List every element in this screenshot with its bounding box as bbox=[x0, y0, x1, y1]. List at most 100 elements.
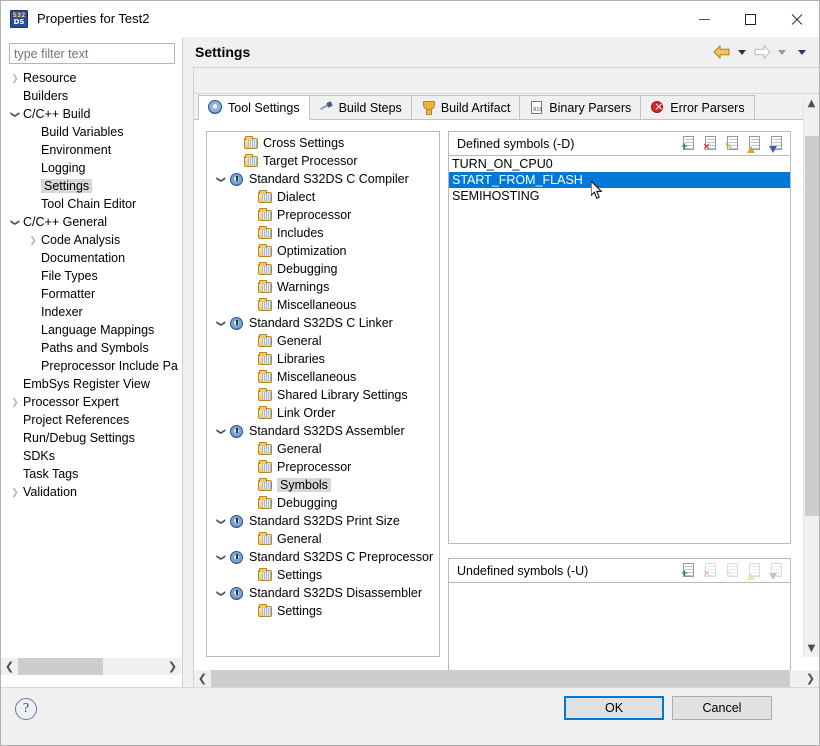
help-icon[interactable]: ? bbox=[15, 698, 37, 720]
content-hscrollbar[interactable]: ❮ ❯ bbox=[194, 670, 819, 687]
tool-tree-item[interactable]: Preprocessor bbox=[207, 458, 439, 476]
sidebar-item-c-c-general[interactable]: ❯ C/C++ General bbox=[1, 213, 182, 231]
sidebar-item-builders[interactable]: Builders bbox=[1, 87, 182, 105]
tool-tree-item[interactable]: Settings bbox=[207, 566, 439, 584]
content-vscrollbar[interactable]: ▲ ▼ bbox=[803, 95, 819, 657]
content-scroll-left-icon[interactable]: ❮ bbox=[194, 672, 211, 685]
tool-tree-rows[interactable]: Cross Settings Target Processor ❯ Standard … bbox=[207, 134, 439, 656]
chevron-right-icon[interactable]: ❯ bbox=[7, 73, 23, 84]
sidebar-item-build-variables[interactable]: Build Variables bbox=[1, 123, 182, 141]
tool-tree-item[interactable]: Settings bbox=[207, 602, 439, 620]
cancel-button[interactable]: Cancel bbox=[672, 696, 772, 720]
chevron-down-icon[interactable]: ❯ bbox=[216, 585, 227, 601]
forward-dropdown-icon[interactable] bbox=[778, 49, 786, 55]
tool-tree-item[interactable]: General bbox=[207, 530, 439, 548]
scroll-right-icon[interactable]: ❯ bbox=[164, 660, 181, 673]
tool-tree-item[interactable]: ❯ Standard S32DS C Compiler bbox=[207, 170, 439, 188]
tab-tool-settings[interactable]: Tool Settings bbox=[198, 95, 310, 120]
content-hscroll-thumb[interactable] bbox=[211, 670, 791, 687]
sidebar-item-formatter[interactable]: Formatter bbox=[1, 285, 182, 303]
maximize-button[interactable] bbox=[727, 1, 773, 37]
tool-tree-item[interactable]: General bbox=[207, 440, 439, 458]
tool-tree-item[interactable]: Symbols bbox=[207, 476, 439, 494]
tab-build-steps[interactable]: Build Steps bbox=[308, 95, 412, 119]
chevron-right-icon[interactable]: ❯ bbox=[7, 397, 23, 408]
sidebar-item-resource[interactable]: ❯ Resource bbox=[1, 69, 182, 87]
sidebar-item-file-types[interactable]: File Types bbox=[1, 267, 182, 285]
tool-tree-item[interactable]: Cross Settings bbox=[207, 134, 439, 152]
tool-tree-item[interactable]: Includes bbox=[207, 224, 439, 242]
tool-tree-item[interactable]: ❯ Standard S32DS Assembler bbox=[207, 422, 439, 440]
sidebar-item-paths-and-symbols[interactable]: Paths and Symbols bbox=[1, 339, 182, 357]
chevron-down-icon[interactable]: ❯ bbox=[10, 106, 21, 122]
minimize-button[interactable] bbox=[681, 1, 727, 37]
list-item[interactable]: START_FROM_FLASH bbox=[449, 172, 790, 188]
sidebar-hscroll-track[interactable] bbox=[18, 658, 164, 675]
sidebar-hscroll-thumb[interactable] bbox=[18, 658, 103, 675]
move-up-icon[interactable] bbox=[746, 135, 764, 153]
content-scroll-right-icon[interactable]: ❯ bbox=[802, 672, 819, 685]
tool-tree-item[interactable]: Preprocessor bbox=[207, 206, 439, 224]
sidebar-item-project-references[interactable]: Project References bbox=[1, 411, 182, 429]
sidebar-item-run-debug-settings[interactable]: Run/Debug Settings bbox=[1, 429, 182, 447]
back-dropdown-icon[interactable] bbox=[738, 49, 746, 55]
tab-error-parsers[interactable]: Error Parsers bbox=[640, 95, 755, 119]
edit-icon[interactable]: ✎ bbox=[724, 135, 742, 153]
chevron-right-icon[interactable]: ❯ bbox=[25, 235, 41, 246]
add-icon[interactable]: + bbox=[680, 562, 698, 580]
ok-button[interactable]: OK bbox=[564, 696, 664, 720]
tool-tree-item[interactable]: Shared Library Settings bbox=[207, 386, 439, 404]
chevron-down-icon[interactable]: ❯ bbox=[216, 423, 227, 439]
tool-tree-item[interactable]: ❯ Standard S32DS Disassembler bbox=[207, 584, 439, 602]
back-arrow-icon[interactable] bbox=[713, 45, 731, 59]
tool-tree-item[interactable]: Debugging bbox=[207, 494, 439, 512]
list-item[interactable]: SEMIHOSTING bbox=[449, 188, 790, 204]
sidebar-item-environment[interactable]: Environment bbox=[1, 141, 182, 159]
tool-tree[interactable]: Cross Settings Target Processor ❯ Standard … bbox=[206, 131, 440, 657]
scroll-left-icon[interactable]: ❮ bbox=[1, 660, 18, 673]
sidebar-item-processor-expert[interactable]: ❯ Processor Expert bbox=[1, 393, 182, 411]
undefined-symbols-toolbar[interactable]: + × ✎ bbox=[680, 562, 786, 580]
tool-tree-item[interactable]: Miscellaneous bbox=[207, 368, 439, 386]
sidebar-item-validation[interactable]: ❯ Validation bbox=[1, 483, 182, 501]
list-item[interactable]: TURN_ON_CPU0 bbox=[449, 156, 790, 172]
tab-binary-parsers[interactable]: Binary Parsers bbox=[519, 95, 642, 119]
tool-tree-item[interactable]: Dialect bbox=[207, 188, 439, 206]
tool-tree-item[interactable]: Link Order bbox=[207, 404, 439, 422]
settings-tree[interactable]: ❯ Resource Builders ❯ C/C++ Build Build Varia… bbox=[1, 69, 182, 653]
close-button[interactable] bbox=[773, 1, 819, 37]
sidebar-item-documentation[interactable]: Documentation bbox=[1, 249, 182, 267]
undefined-symbols-list[interactable] bbox=[448, 583, 791, 671]
view-menu-icon[interactable] bbox=[798, 49, 806, 55]
add-icon[interactable]: + bbox=[680, 135, 698, 153]
chevron-right-icon[interactable]: ❯ bbox=[7, 487, 23, 498]
tool-tree-item[interactable]: Warnings bbox=[207, 278, 439, 296]
chevron-down-icon[interactable]: ❯ bbox=[216, 513, 227, 529]
tool-tree-item[interactable]: Libraries bbox=[207, 350, 439, 368]
tab-bar[interactable]: Tool Settings Build Steps Build Artifact Bi… bbox=[194, 94, 819, 120]
chevron-down-icon[interactable]: ❯ bbox=[216, 549, 227, 565]
tab-build-artifact[interactable]: Build Artifact bbox=[410, 95, 521, 119]
chevron-down-icon[interactable]: ❯ bbox=[216, 315, 227, 331]
tool-tree-item[interactable]: Target Processor bbox=[207, 152, 439, 170]
defined-symbols-toolbar[interactable]: + × ✎ bbox=[680, 135, 786, 153]
sidebar-item-indexer[interactable]: Indexer bbox=[1, 303, 182, 321]
sidebar-item-preprocessor-include-pa[interactable]: Preprocessor Include Pa bbox=[1, 357, 182, 375]
tool-tree-item[interactable]: ❯ Standard S32DS Print Size bbox=[207, 512, 439, 530]
content-vscroll-thumb[interactable] bbox=[805, 136, 819, 516]
sidebar-item-code-analysis[interactable]: ❯ Code Analysis bbox=[1, 231, 182, 249]
sidebar-item-language-mappings[interactable]: Language Mappings bbox=[1, 321, 182, 339]
content-vscroll-track[interactable] bbox=[804, 112, 819, 640]
delete-icon[interactable]: × bbox=[702, 135, 720, 153]
tool-tree-item[interactable]: General bbox=[207, 332, 439, 350]
sidebar-item-tool-chain-editor[interactable]: Tool Chain Editor bbox=[1, 195, 182, 213]
move-down-icon[interactable] bbox=[768, 135, 786, 153]
sidebar-item-embsys-register-view[interactable]: EmbSys Register View bbox=[1, 375, 182, 393]
tool-tree-item[interactable]: ❯ Standard S32DS C Preprocessor bbox=[207, 548, 439, 566]
scroll-up-icon[interactable]: ▲ bbox=[804, 95, 819, 112]
sidebar-item-task-tags[interactable]: Task Tags bbox=[1, 465, 182, 483]
sidebar-item-logging[interactable]: Logging bbox=[1, 159, 182, 177]
tool-tree-item[interactable]: ❯ Standard S32DS C Linker bbox=[207, 314, 439, 332]
tool-tree-item[interactable]: Miscellaneous bbox=[207, 296, 439, 314]
tool-tree-item[interactable]: Optimization bbox=[207, 242, 439, 260]
